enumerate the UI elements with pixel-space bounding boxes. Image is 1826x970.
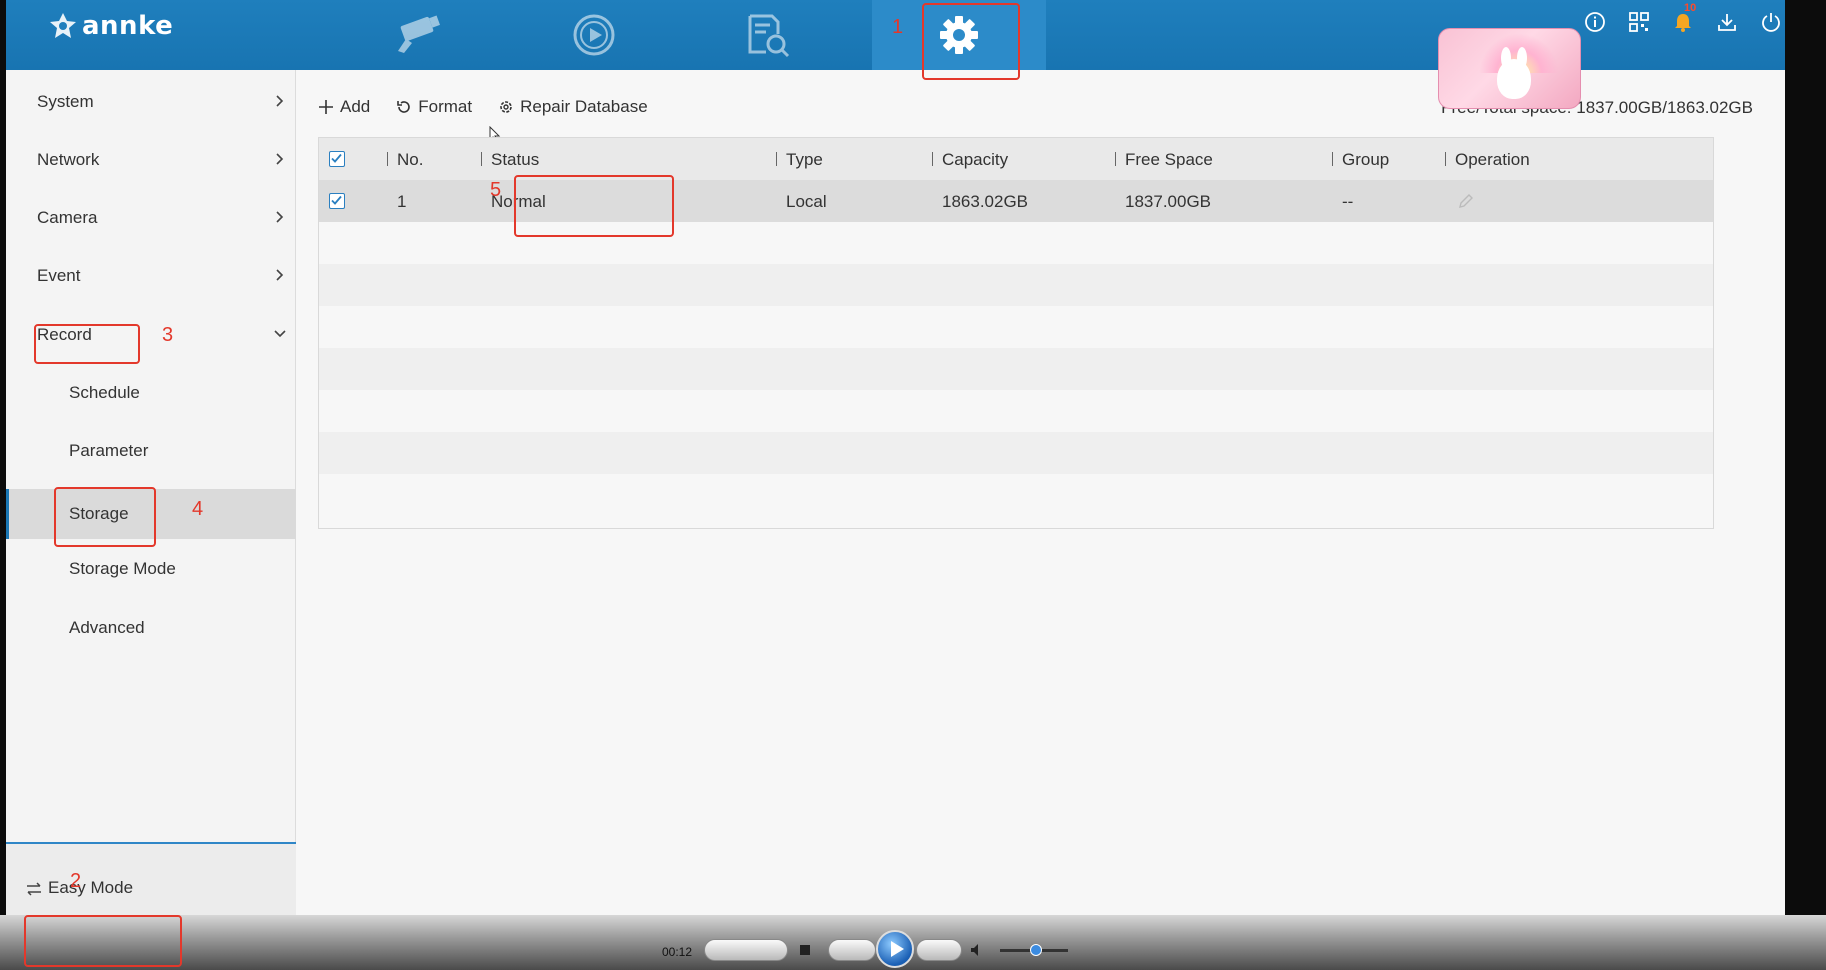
check-icon bbox=[331, 195, 342, 205]
brand-name: annke bbox=[82, 11, 174, 41]
column-header-group: Group bbox=[1332, 150, 1389, 170]
table-row-empty bbox=[319, 390, 1713, 432]
sidebar-item-network[interactable]: Network bbox=[6, 138, 296, 182]
cell-capacity: 1863.02GB bbox=[942, 192, 1029, 211]
annotation-box-4 bbox=[54, 487, 156, 547]
playback-time: 00:12 bbox=[662, 945, 693, 959]
chevron-right-icon bbox=[276, 269, 284, 281]
sidebar-item-label: Advanced bbox=[69, 618, 145, 637]
cell-no: 1 bbox=[397, 192, 407, 211]
annotation-number-2: 2 bbox=[70, 870, 82, 892]
sidebar-item-label: Network bbox=[37, 150, 100, 169]
sidebar-item-label: Camera bbox=[37, 208, 98, 227]
annotation-number-5: 5 bbox=[490, 179, 502, 201]
sidebar-item-storage-mode[interactable]: Storage Mode bbox=[6, 547, 296, 591]
video-player-bar: 00:12 bbox=[0, 915, 1826, 970]
annotation-box-3 bbox=[34, 324, 140, 364]
bell-icon[interactable]: 10 bbox=[1671, 2, 1696, 34]
file-search-icon bbox=[748, 14, 790, 58]
column-header-operation: Operation bbox=[1445, 150, 1530, 170]
sidebar-item-camera[interactable]: Camera bbox=[6, 196, 296, 240]
format-button[interactable]: Format bbox=[396, 97, 472, 117]
column-header-no: No. bbox=[387, 150, 423, 170]
next-button[interactable] bbox=[916, 939, 962, 961]
add-label: Add bbox=[340, 97, 371, 116]
player-control-group[interactable] bbox=[704, 939, 788, 961]
check-icon bbox=[331, 153, 342, 163]
table-row-empty bbox=[319, 432, 1713, 474]
plus-icon bbox=[319, 100, 333, 114]
play-icon bbox=[891, 941, 904, 957]
chevron-right-icon bbox=[276, 153, 284, 165]
camera-icon bbox=[398, 15, 440, 53]
sidebar-item-schedule[interactable]: Schedule bbox=[6, 371, 296, 415]
volume-icon[interactable] bbox=[970, 943, 986, 957]
sidebar-item-label: Event bbox=[37, 266, 81, 285]
previous-button[interactable] bbox=[828, 939, 876, 961]
row-checkbox[interactable] bbox=[329, 193, 345, 209]
storage-toolbar: Add Format Repair Database bbox=[318, 94, 648, 120]
chevron-down-icon bbox=[274, 330, 286, 338]
sidebar-item-event[interactable]: Event bbox=[6, 254, 296, 298]
sidebar-item-parameter[interactable]: Parameter bbox=[6, 429, 296, 473]
repair-database-button[interactable]: Repair Database bbox=[498, 97, 648, 117]
cell-type: Local bbox=[786, 192, 827, 211]
playback-icon bbox=[573, 14, 615, 56]
sidebar-item-label: Storage Mode bbox=[69, 559, 176, 578]
app-window: annke 10 System Network Camera Event Rec… bbox=[6, 0, 1785, 915]
sidebar-item-label: Parameter bbox=[69, 441, 149, 460]
volume-slider-thumb[interactable] bbox=[1030, 944, 1042, 956]
table-row-empty bbox=[319, 264, 1713, 306]
chevron-right-icon bbox=[276, 211, 284, 223]
cell-free-space: 1837.00GB bbox=[1125, 192, 1212, 211]
annotation-box-5 bbox=[514, 175, 674, 237]
sidebar-item-label: Schedule bbox=[69, 383, 140, 402]
decorative-sticker bbox=[1438, 28, 1581, 109]
top-right-icons: 10 bbox=[1583, 2, 1783, 34]
table-row-empty bbox=[319, 306, 1713, 348]
sidebar-item-advanced[interactable]: Advanced bbox=[6, 606, 296, 650]
column-header-status: Status bbox=[481, 150, 539, 170]
format-label: Format bbox=[418, 97, 473, 116]
chevron-right-icon bbox=[276, 95, 284, 107]
annotation-number-1: 1 bbox=[892, 16, 904, 38]
column-header-free-space: Free Space bbox=[1115, 150, 1213, 170]
table-header: No. Status Type Capacity Free Space Grou… bbox=[319, 138, 1713, 180]
add-button[interactable]: Add bbox=[318, 97, 370, 117]
play-button[interactable] bbox=[876, 930, 914, 968]
annotation-number-3: 3 bbox=[162, 324, 174, 346]
brand-logo: annke bbox=[48, 8, 173, 44]
cell-group: -- bbox=[1342, 192, 1354, 211]
sidebar-item-label: System bbox=[37, 92, 94, 111]
sidebar-item-system[interactable]: System bbox=[6, 80, 296, 124]
stop-icon[interactable] bbox=[798, 943, 812, 957]
notification-count: 10 bbox=[1684, 2, 1697, 14]
tab-search[interactable] bbox=[681, 0, 855, 70]
edit-icon[interactable] bbox=[1457, 192, 1475, 210]
annke-logo-icon bbox=[50, 13, 76, 38]
download-icon[interactable] bbox=[1715, 10, 1739, 34]
info-icon[interactable] bbox=[1583, 10, 1607, 34]
easy-mode-button[interactable]: Easy Mode bbox=[6, 842, 296, 915]
column-header-type: Type bbox=[776, 150, 823, 170]
table-row-empty bbox=[319, 474, 1713, 516]
select-all-checkbox[interactable] bbox=[329, 151, 345, 167]
annotation-box-1 bbox=[922, 3, 1020, 80]
power-icon[interactable] bbox=[1759, 10, 1783, 34]
repair-database-label: Repair Database bbox=[520, 97, 648, 116]
settings-icon bbox=[500, 101, 512, 113]
easy-mode-label: Easy Mode bbox=[48, 878, 134, 897]
table-row-empty bbox=[319, 348, 1713, 390]
annotation-number-4: 4 bbox=[192, 498, 204, 520]
annotation-box-2 bbox=[24, 915, 182, 967]
refresh-icon bbox=[397, 101, 411, 113]
tab-live-view[interactable] bbox=[333, 0, 507, 70]
column-header-capacity: Capacity bbox=[932, 150, 1008, 170]
qr-code-icon[interactable] bbox=[1627, 10, 1651, 34]
tab-playback[interactable] bbox=[507, 0, 681, 70]
swap-icon bbox=[27, 882, 41, 896]
